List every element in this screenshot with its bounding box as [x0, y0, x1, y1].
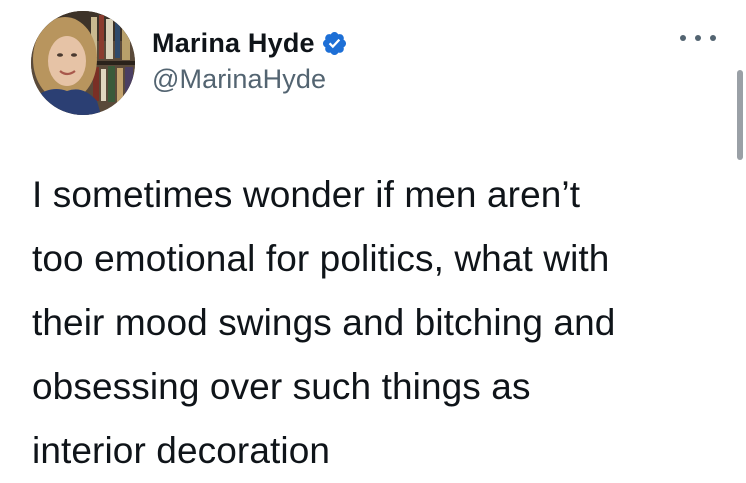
author-display-name[interactable]: Marina Hyde — [152, 28, 315, 59]
tweet-card: Marina Hyde @MarinaHyde I sometimes wond… — [0, 0, 746, 471]
ellipsis-icon — [680, 35, 686, 41]
author-name-row: Marina Hyde — [152, 26, 348, 60]
tweet-text: I sometimes wonder if men aren’t too emo… — [32, 174, 616, 471]
verified-badge-icon — [321, 30, 348, 57]
author-handle[interactable]: @MarinaHyde — [152, 64, 348, 95]
avatar[interactable] — [31, 11, 135, 115]
ellipsis-icon-dot — [695, 35, 701, 41]
author-info: Marina Hyde @MarinaHyde — [152, 26, 348, 95]
avatar-photo — [31, 11, 135, 115]
scrollbar[interactable] — [737, 70, 743, 160]
more-options-button[interactable] — [680, 28, 716, 48]
ellipsis-icon-dot — [710, 35, 716, 41]
